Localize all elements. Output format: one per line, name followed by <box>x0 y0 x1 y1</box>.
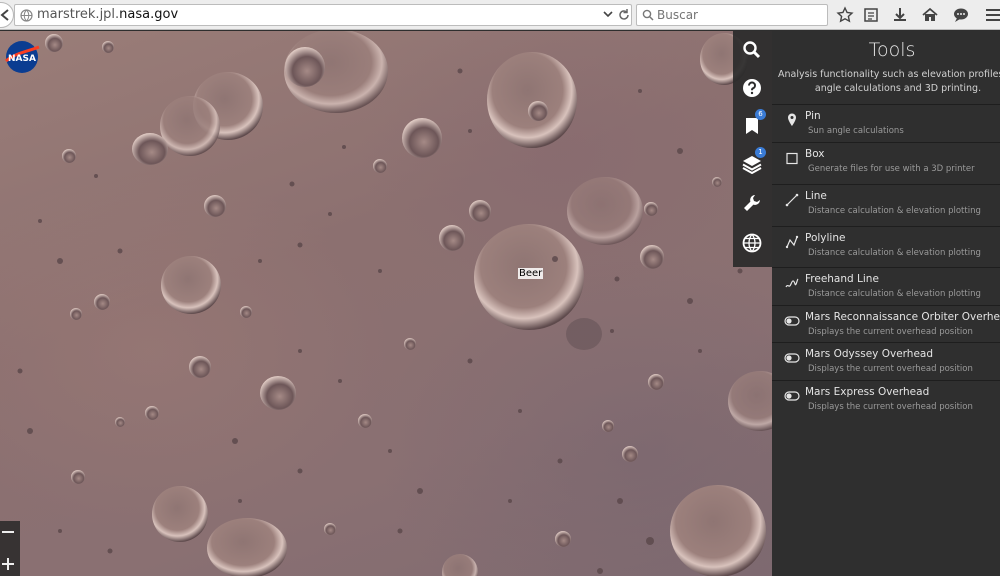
star-icon[interactable] <box>836 6 854 24</box>
arrow-left-icon <box>0 9 9 21</box>
crater-label[interactable]: Beer <box>518 268 544 279</box>
tool-freehand-line[interactable]: Freehand Line Distance calculation & ele… <box>772 267 1000 307</box>
tool-mro-overhead[interactable]: Mars Reconnaissance Orbiter Overhead Dis… <box>772 305 1000 343</box>
search-icon <box>743 41 761 59</box>
chevron-down-icon[interactable] <box>603 10 613 18</box>
nasa-logo: NASA <box>5 41 40 73</box>
toggle-icon[interactable] <box>784 313 800 329</box>
zoom-out-button[interactable] <box>2 531 14 533</box>
menu-icon[interactable] <box>984 6 1000 24</box>
home-icon[interactable] <box>921 6 939 24</box>
mars-map[interactable]: NASA Beer <box>0 31 772 576</box>
browser-toolbar: marstrek.jpl.nasa.gov <box>0 0 1000 30</box>
tool-line[interactable]: Line Distance calculation & elevation pl… <box>772 184 1000 224</box>
url-text: marstrek.jpl.nasa.gov <box>37 7 179 22</box>
globe-button[interactable] <box>733 224 772 262</box>
back-button[interactable] <box>0 2 14 28</box>
search-input[interactable] <box>657 8 817 22</box>
pin-icon <box>788 113 796 126</box>
wrench-icon <box>744 195 760 211</box>
svg-text:NASA: NASA <box>8 54 36 64</box>
bookmarks-button[interactable]: 6 <box>733 107 772 145</box>
tool-polyline[interactable]: Polyline Distance calculation & elevatio… <box>772 226 1000 266</box>
tool-pin[interactable]: Pin Sun angle calculations <box>772 104 1000 142</box>
line-icon <box>785 193 799 207</box>
toggle-icon[interactable] <box>784 350 800 366</box>
layers-button[interactable]: 1 <box>733 145 772 183</box>
globe-icon <box>20 9 33 22</box>
zoom-control <box>0 521 20 576</box>
tool-odyssey-overhead[interactable]: Mars Odyssey Overhead Displays the curre… <box>772 342 1000 380</box>
polyline-icon <box>785 235 799 249</box>
map-toolbar: 6 1 <box>733 31 772 267</box>
reload-icon[interactable] <box>617 8 631 22</box>
tools-panel: Tools Analysis functionality such as ele… <box>772 31 1000 576</box>
box-icon <box>786 152 798 165</box>
freehand-icon <box>785 278 799 288</box>
tools-button[interactable] <box>733 184 772 222</box>
help-button[interactable] <box>733 69 772 107</box>
search-bar[interactable] <box>636 4 828 26</box>
url-bar[interactable]: marstrek.jpl.nasa.gov <box>14 4 632 26</box>
reading-list-icon[interactable] <box>862 6 880 24</box>
tool-express-overhead[interactable]: Mars Express Overhead Displays the curre… <box>772 380 1000 418</box>
help-icon <box>743 79 761 97</box>
panel-description: Analysis functionality such as elevation… <box>778 69 1000 94</box>
search-button[interactable] <box>733 31 772 69</box>
panel-title: Tools <box>868 39 916 61</box>
globe-icon <box>742 233 762 253</box>
zoom-in-icon <box>7 558 9 570</box>
chat-icon[interactable] <box>952 6 970 24</box>
toggle-icon[interactable] <box>784 388 800 404</box>
layers-badge: 1 <box>755 147 766 158</box>
search-icon <box>642 9 654 21</box>
tool-box[interactable]: Box Generate files for use with a 3D pri… <box>772 142 1000 180</box>
bookmarks-badge: 6 <box>755 109 766 120</box>
download-icon[interactable] <box>891 6 909 24</box>
mars-terrain <box>17 31 772 576</box>
